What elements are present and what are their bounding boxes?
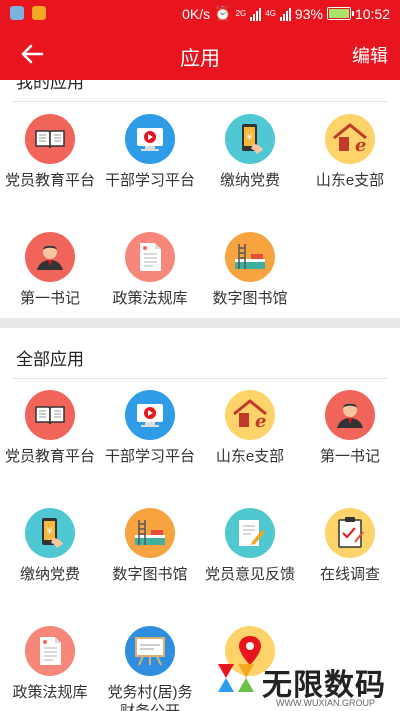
- app-list[interactable]: 我的应用 党员教育平台 干部学习平台 ¥ 缴纳党费 e 山东e支部 第一书记 政策法规库 数字图…: [0, 80, 400, 711]
- all-apps-title: 全部应用: [16, 350, 84, 369]
- my-app-tile[interactable]: 干部学习平台: [100, 114, 200, 232]
- app-label: 党务村(居)务财务公开: [107, 684, 193, 711]
- app-label: 山东e支部: [315, 172, 385, 189]
- app-label: 党员教育平台: [4, 448, 95, 465]
- app-label: 党员意见反馈: [204, 566, 295, 583]
- all-app-tile[interactable]: 政策法规库: [0, 626, 100, 711]
- app-label: 政策法规库: [112, 290, 188, 307]
- app-label: 数字图书馆: [112, 566, 188, 583]
- my-app-tile[interactable]: 第一书记: [0, 232, 100, 350]
- app-label: 干部学习平台: [104, 448, 195, 465]
- video-play-icon: [125, 390, 175, 440]
- signal-icon-2: [279, 7, 291, 21]
- clipboard-icon: [325, 508, 375, 558]
- my-app-tile[interactable]: 数字图书馆: [200, 232, 300, 350]
- house-e-icon: e: [325, 114, 375, 164]
- all-app-tile[interactable]: 数字图书馆: [100, 508, 200, 626]
- book-icon: [25, 390, 75, 440]
- network-type-1: 2G: [235, 9, 247, 18]
- notification-icon: [10, 6, 24, 20]
- all-app-tile[interactable]: e 山东e支部: [200, 390, 300, 508]
- person-icon: [25, 232, 75, 282]
- my-apps-grid: 党员教育平台 干部学习平台 ¥ 缴纳党费 e 山东e支部第一书记 政策法规库 数字图书馆: [0, 114, 400, 350]
- document-icon: [125, 232, 175, 282]
- watermark-subtitle: WWW.WUXIAN.GROUP: [276, 698, 375, 708]
- all-app-tile[interactable]: 党员意见反馈: [200, 508, 300, 626]
- svg-text:e: e: [355, 135, 366, 156]
- app-label: 第一书记: [319, 448, 380, 465]
- phone-pay-icon: ¥: [25, 508, 75, 558]
- all-app-tile[interactable]: 干部学习平台: [100, 390, 200, 508]
- clock: 10:52: [354, 5, 390, 22]
- network-type-2: 4G: [265, 9, 276, 18]
- page-title: 应用: [180, 48, 220, 70]
- app-label: 干部学习平台: [104, 172, 195, 189]
- network-speed: 0K/s: [182, 5, 211, 22]
- library-icon: [125, 508, 175, 558]
- status-bar: 0K/s ⏰ 2G 4G 93% 10:52: [0, 0, 400, 28]
- video-play-icon: [125, 114, 175, 164]
- watermark-logo-icon: [218, 664, 254, 692]
- app-label: 第一书记: [19, 290, 80, 307]
- my-app-tile[interactable]: e 山东e支部: [300, 114, 400, 232]
- svg-text:¥: ¥: [247, 133, 253, 143]
- all-app-tile[interactable]: 党员教育平台: [0, 390, 100, 508]
- app-label: 政策法规库: [12, 684, 88, 701]
- all-app-tile[interactable]: ¥ 缴纳党费: [0, 508, 100, 626]
- all-app-tile[interactable]: 在线调查: [300, 508, 400, 626]
- battery-percent: 93%: [294, 5, 323, 22]
- edit-button[interactable]: 编辑: [352, 42, 388, 68]
- board-icon: [125, 626, 175, 676]
- battery-icon: [326, 7, 354, 20]
- library-icon: [225, 232, 275, 282]
- my-app-tile[interactable]: 党员教育平台: [0, 114, 100, 232]
- my-apps-title: 我的应用: [16, 80, 84, 92]
- signal-icon: [250, 7, 262, 21]
- app-label: 数字图书馆: [212, 290, 288, 307]
- section-gap: [0, 318, 400, 328]
- my-app-tile[interactable]: ¥ 缴纳党费: [200, 114, 300, 232]
- my-app-tile[interactable]: 政策法规库: [100, 232, 200, 350]
- divider: [12, 378, 388, 379]
- divider: [12, 101, 388, 102]
- svg-text:¥: ¥: [47, 527, 53, 537]
- phone-pay-icon: ¥: [225, 114, 275, 164]
- app-label: 山东e支部: [215, 448, 285, 465]
- app-label: 缴纳党费: [19, 566, 80, 583]
- person-icon: [325, 390, 375, 440]
- watermark: 无限数码 WWW.WUXIAN.GROUP: [214, 656, 400, 711]
- app-label: 在线调查: [319, 566, 380, 583]
- house-e-icon: e: [225, 390, 275, 440]
- all-app-tile[interactable]: 党务村(居)务财务公开: [100, 626, 200, 711]
- app-bar: 应用 编辑: [0, 28, 400, 80]
- alarm-icon: ⏰: [214, 5, 232, 21]
- download-icon: [32, 6, 46, 20]
- document-icon: [25, 626, 75, 676]
- app-label: 党员教育平台: [4, 172, 95, 189]
- book-icon: [25, 114, 75, 164]
- all-app-tile[interactable]: 第一书记: [300, 390, 400, 508]
- app-label: 缴纳党费: [219, 172, 280, 189]
- pencil-doc-icon: [225, 508, 275, 558]
- svg-text:e: e: [255, 411, 266, 432]
